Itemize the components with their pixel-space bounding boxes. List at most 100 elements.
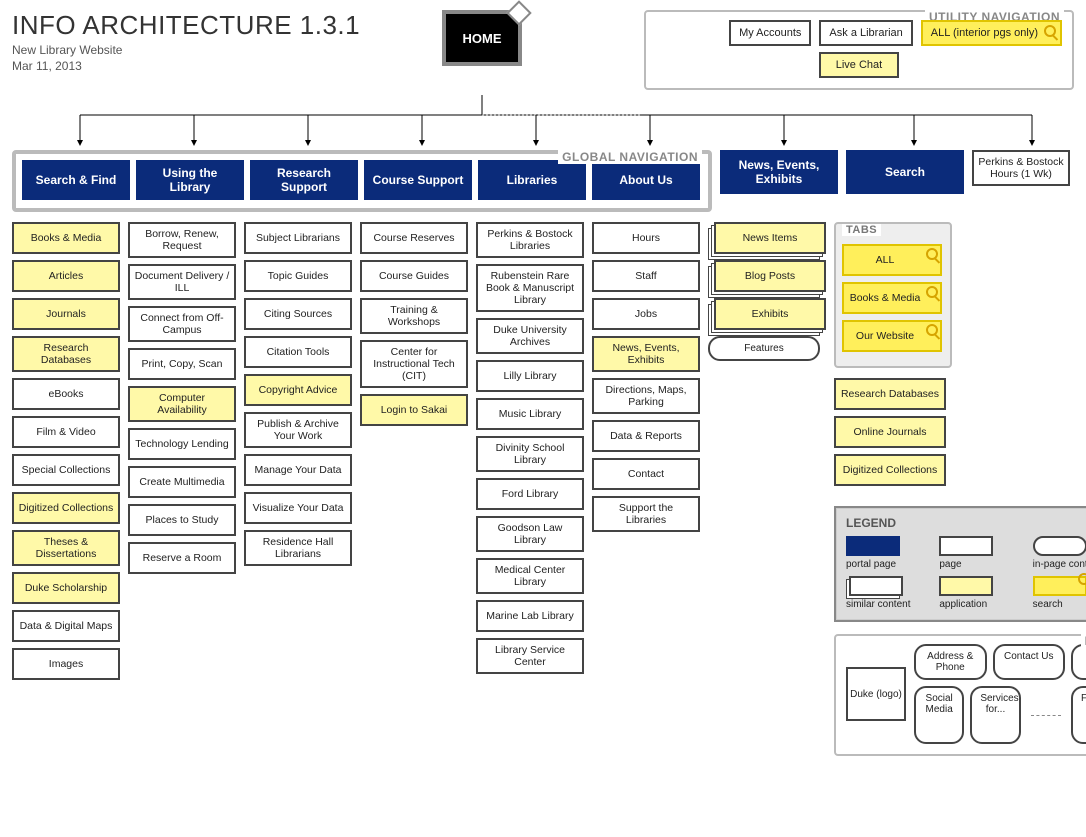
node[interactable]: Books & Media: [842, 282, 942, 314]
node[interactable]: Training & Workshops: [360, 298, 468, 334]
my-accounts[interactable]: My Accounts: [729, 20, 811, 46]
nav-row: GLOBAL NAVIGATION Search & Find Using th…: [12, 150, 1074, 212]
node[interactable]: Articles: [12, 260, 120, 292]
footer-pill[interactable]: Faculty: [1071, 686, 1086, 744]
node[interactable]: News Items: [714, 222, 826, 254]
home-label: HOME: [463, 31, 502, 46]
node[interactable]: Contact: [592, 458, 700, 490]
search-icon: [926, 286, 938, 298]
node[interactable]: Hours: [592, 222, 700, 254]
node[interactable]: Exhibits: [714, 298, 826, 330]
node[interactable]: eBooks: [12, 378, 120, 410]
node[interactable]: Jobs: [592, 298, 700, 330]
hours-perkins[interactable]: Perkins & Bostock Hours (1 Wk): [972, 150, 1070, 186]
node[interactable]: Support the Libraries: [592, 496, 700, 532]
node[interactable]: Divinity School Library: [476, 436, 584, 472]
node[interactable]: Lilly Library: [476, 360, 584, 392]
legend-title: LEGEND: [846, 516, 1086, 530]
portal-course[interactable]: Course Support: [364, 160, 472, 200]
node[interactable]: Medical Center Library: [476, 558, 584, 594]
node[interactable]: Citation Tools: [244, 336, 352, 368]
node[interactable]: Residence Hall Librarians: [244, 530, 352, 566]
node[interactable]: Reserve a Room: [128, 542, 236, 574]
node[interactable]: Computer Availability: [128, 386, 236, 422]
node[interactable]: Books & Media: [12, 222, 120, 254]
node[interactable]: Duke University Archives: [476, 318, 584, 354]
node[interactable]: Library Service Center: [476, 638, 584, 674]
node[interactable]: Goodson Law Library: [476, 516, 584, 552]
node[interactable]: Create Multimedia: [128, 466, 236, 498]
footer-pill[interactable]: Contact Us: [993, 644, 1066, 680]
node[interactable]: ALL: [842, 244, 942, 276]
node[interactable]: Center for Instructional Tech (CIT): [360, 340, 468, 388]
node[interactable]: Theses & Dissertations: [12, 530, 120, 566]
node[interactable]: Connect from Off-Campus: [128, 306, 236, 342]
node[interactable]: Login to Sakai: [360, 394, 468, 426]
global-nav-label: GLOBAL NAVIGATION: [558, 150, 702, 164]
node[interactable]: Music Library: [476, 398, 584, 430]
node[interactable]: Online Journals: [834, 416, 946, 448]
all-search[interactable]: ALL (interior pgs only): [921, 20, 1062, 46]
portal-using[interactable]: Using the Library: [136, 160, 244, 200]
legend-panel: LEGEND portal page page in-page content …: [834, 506, 1086, 622]
node[interactable]: Images: [12, 648, 120, 680]
node[interactable]: Publish & Archive Your Work: [244, 412, 352, 448]
node[interactable]: Visualize Your Data: [244, 492, 352, 524]
portal-search-find[interactable]: Search & Find: [22, 160, 130, 200]
node[interactable]: Copyright Advice: [244, 374, 352, 406]
node[interactable]: Perkins & Bostock Libraries: [476, 222, 584, 258]
node[interactable]: Rubenstein Rare Book & Manuscript Librar…: [476, 264, 584, 312]
footer-label: FOOTER NAVIGATION: [1081, 634, 1086, 648]
node[interactable]: Data & Reports: [592, 420, 700, 452]
node[interactable]: Topic Guides: [244, 260, 352, 292]
portal-search[interactable]: Search: [846, 150, 964, 194]
node[interactable]: Subject Librarians: [244, 222, 352, 254]
node[interactable]: Citing Sources: [244, 298, 352, 330]
footer-pill[interactable]: Social Media: [914, 686, 964, 744]
node[interactable]: Our Website: [842, 320, 942, 352]
node[interactable]: Data & Digital Maps: [12, 610, 120, 642]
footer-pill[interactable]: Services for...: [970, 686, 1020, 744]
node[interactable]: Course Guides: [360, 260, 468, 292]
live-chat[interactable]: Live Chat: [819, 52, 899, 78]
node[interactable]: Research Databases: [834, 378, 946, 410]
node[interactable]: Staff: [592, 260, 700, 292]
node[interactable]: Journals: [12, 298, 120, 330]
node[interactable]: Ford Library: [476, 478, 584, 510]
home-wrap: HOME: [442, 10, 542, 66]
node[interactable]: Blog Posts: [714, 260, 826, 292]
col-news: News Items Blog Posts Exhibits Features: [708, 222, 826, 361]
cube-icon: [506, 0, 531, 25]
home-node[interactable]: HOME: [442, 10, 522, 66]
portal-news[interactable]: News, Events, Exhibits: [720, 150, 838, 194]
node[interactable]: Directions, Maps, Parking: [592, 378, 700, 414]
footer-pill[interactable]: Privacy: [1071, 644, 1086, 680]
node[interactable]: Digitized Collections: [12, 492, 120, 524]
portal-research[interactable]: Research Support: [250, 160, 358, 200]
node[interactable]: News, Events, Exhibits: [592, 336, 700, 372]
node[interactable]: Film & Video: [12, 416, 120, 448]
node[interactable]: Research Databases: [12, 336, 120, 372]
node[interactable]: Digitized Collections: [834, 454, 946, 486]
ask-librarian[interactable]: Ask a Librarian: [819, 20, 912, 46]
node[interactable]: Document Delivery / ILL: [128, 264, 236, 300]
node[interactable]: Places to Study: [128, 504, 236, 536]
right-stack: TABS ALLBooks & MediaOur Website Researc…: [834, 222, 1086, 756]
node[interactable]: Print, Copy, Scan: [128, 348, 236, 380]
footer-pill[interactable]: Address & Phone: [914, 644, 987, 680]
footer-panel: FOOTER NAVIGATION Duke (logo) Address & …: [834, 634, 1086, 756]
global-nav-panel: GLOBAL NAVIGATION Search & Find Using th…: [12, 150, 712, 212]
node[interactable]: Special Collections: [12, 454, 120, 486]
node[interactable]: Manage Your Data: [244, 454, 352, 486]
portal-about[interactable]: About Us: [592, 160, 700, 200]
node[interactable]: Marine Lab Library: [476, 600, 584, 632]
pill-node[interactable]: Features: [708, 336, 820, 361]
col-libraries: Perkins & Bostock Libraries Rubenstein Ra…: [476, 222, 584, 674]
search-icon: [1078, 573, 1086, 585]
node[interactable]: Course Reserves: [360, 222, 468, 254]
node[interactable]: Duke Scholarship: [12, 572, 120, 604]
node[interactable]: Borrow, Renew, Request: [128, 222, 236, 258]
node[interactable]: Technology Lending: [128, 428, 236, 460]
portal-libraries[interactable]: Libraries: [478, 160, 586, 200]
col-about: Hours Staff Jobs News, Events, Exhibits Dire…: [592, 222, 700, 532]
